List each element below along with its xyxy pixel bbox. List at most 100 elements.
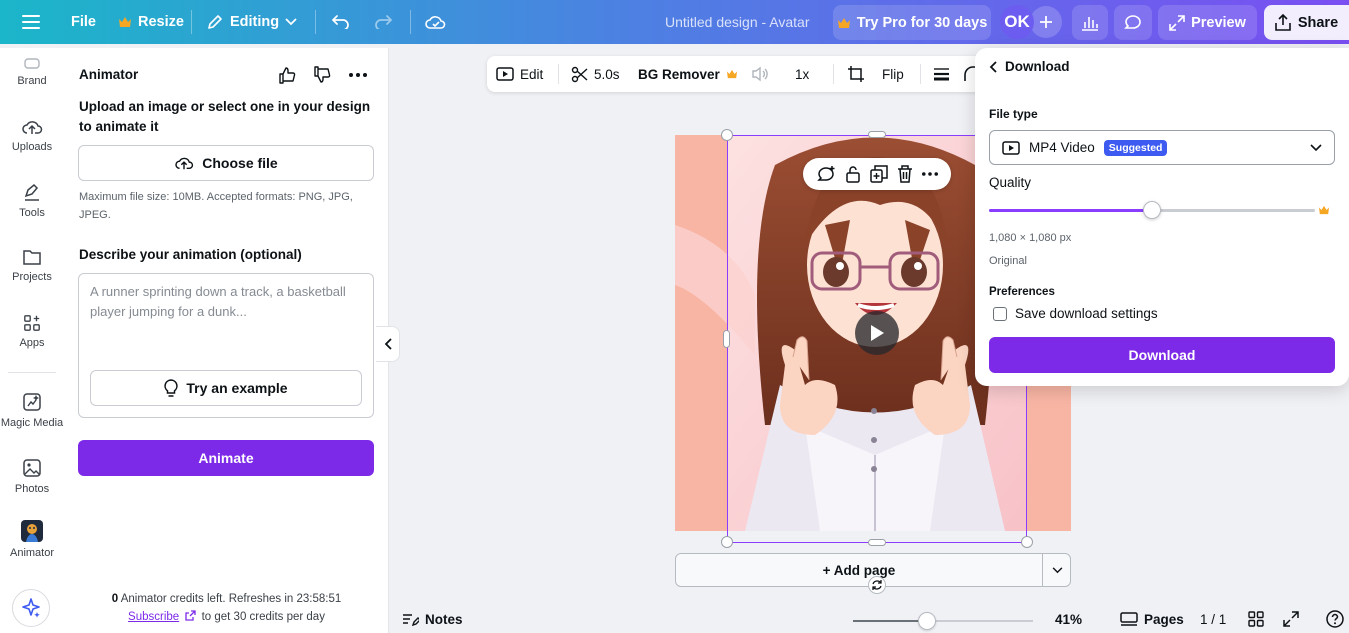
- sparkle-icon: [22, 598, 40, 618]
- scissors-icon: [571, 66, 588, 82]
- zoom-slider-knob[interactable]: [917, 612, 936, 630]
- save-settings-option[interactable]: Save download settings: [993, 306, 1158, 321]
- chevron-down-icon: [1052, 566, 1062, 573]
- rail-item-magic-media[interactable]: Magic Media: [0, 392, 64, 429]
- top-bar: File Resize Editing Untitled design - Av…: [0, 0, 1349, 44]
- divider: [558, 64, 559, 84]
- describe-box: Try an example: [78, 273, 374, 418]
- divider: [833, 64, 834, 84]
- divider: [315, 10, 316, 34]
- resize-handle-top[interactable]: [868, 131, 886, 138]
- file-type-label: File type: [989, 107, 1038, 121]
- file-type-select[interactable]: MP4 Video Suggested: [989, 130, 1335, 165]
- rail-item-tools[interactable]: Tools: [0, 182, 64, 219]
- unlock-icon: [846, 166, 860, 183]
- notes-button[interactable]: Notes: [402, 605, 463, 633]
- video-file-icon: [1002, 140, 1020, 155]
- resize-handle-bottom-right[interactable]: [1021, 536, 1033, 548]
- magic-assistant-button[interactable]: [12, 589, 50, 627]
- lock-button[interactable]: [845, 165, 861, 183]
- volume-tool[interactable]: [751, 56, 769, 92]
- rotate-handle[interactable]: [868, 576, 886, 594]
- line-style-tool[interactable]: [933, 56, 950, 92]
- resize-button[interactable]: Resize: [118, 0, 184, 44]
- subscribe-link[interactable]: Subscribe: [128, 611, 179, 623]
- add-page-options-button[interactable]: [1042, 554, 1071, 586]
- rail-item-animator[interactable]: Animator: [0, 520, 64, 559]
- zoom-slider[interactable]: [853, 612, 1033, 630]
- trim-tool[interactable]: 5.0s: [571, 56, 620, 92]
- menu-button[interactable]: [22, 0, 40, 44]
- download-back-button[interactable]: Download: [989, 59, 1070, 74]
- pages-button[interactable]: Pages: [1120, 605, 1184, 633]
- trash-icon: [898, 165, 913, 183]
- crown-icon: [837, 17, 850, 28]
- redo-button[interactable]: [374, 0, 392, 44]
- preferences-label: Preferences: [989, 286, 1055, 298]
- resize-handle-top-left[interactable]: [721, 129, 733, 141]
- file-menu[interactable]: File: [71, 0, 96, 44]
- undo-icon: [332, 15, 349, 29]
- undo-button[interactable]: [332, 0, 350, 44]
- choose-file-button[interactable]: Choose file: [78, 145, 374, 181]
- divider: [191, 10, 192, 34]
- credits-line: 0 Animator credits left. Refreshes in 23…: [64, 590, 389, 608]
- choose-file-label: Choose file: [202, 155, 278, 171]
- comment-add-button[interactable]: [816, 165, 836, 183]
- more-horizontal-icon: [349, 73, 367, 77]
- folder-icon: [23, 250, 41, 265]
- rail-label: Projects: [12, 271, 52, 283]
- upload-instructions: Upload an image or select one in your de…: [79, 99, 371, 134]
- resize-label: Resize: [138, 14, 184, 30]
- rail-item-brand[interactable]: Brand: [0, 58, 64, 87]
- try-pro-button[interactable]: Try Pro for 30 days: [833, 5, 991, 40]
- collapse-panel-button[interactable]: [376, 326, 400, 362]
- add-page-button[interactable]: + Add page: [676, 554, 1042, 586]
- quality-slider[interactable]: [989, 201, 1315, 219]
- describe-animation-input[interactable]: [90, 282, 366, 362]
- fullscreen-button[interactable]: [1283, 605, 1299, 633]
- comments-button[interactable]: [1114, 5, 1152, 40]
- flip-tool[interactable]: Flip: [882, 56, 904, 92]
- delete-button[interactable]: [897, 165, 913, 183]
- insights-button[interactable]: [1072, 5, 1108, 40]
- try-example-button[interactable]: Try an example: [90, 370, 362, 406]
- cloud-upload-icon: [175, 157, 194, 170]
- play-video-button[interactable]: [855, 311, 899, 355]
- resize-handle-left[interactable]: [723, 330, 730, 348]
- grid-view-button[interactable]: [1248, 605, 1264, 633]
- avatar[interactable]: OK: [1000, 5, 1034, 39]
- rail-item-projects[interactable]: Projects: [0, 248, 64, 283]
- rail-item-photos[interactable]: Photos: [0, 458, 64, 495]
- edit-tool[interactable]: Edit: [496, 56, 543, 92]
- save-settings-label: Save download settings: [1015, 306, 1158, 321]
- more-element-options-button[interactable]: [922, 172, 939, 176]
- chevron-left-icon: [989, 60, 997, 73]
- cloud-save-status[interactable]: [425, 0, 446, 44]
- share-button[interactable]: Share: [1264, 5, 1349, 40]
- design-title[interactable]: Untitled design - Avatar: [665, 0, 810, 44]
- add-collaborator-button[interactable]: [1030, 6, 1062, 38]
- rail-divider: [8, 372, 56, 373]
- editing-mode-button[interactable]: Editing: [206, 0, 297, 44]
- rail-item-apps[interactable]: Apps: [0, 314, 64, 349]
- animate-button[interactable]: Animate: [78, 440, 374, 476]
- rail-item-uploads[interactable]: Uploads: [0, 118, 64, 153]
- duplicate-button[interactable]: [870, 165, 888, 183]
- line-weight-icon: [934, 68, 949, 81]
- download-button[interactable]: Download: [989, 337, 1335, 373]
- save-settings-checkbox[interactable]: [993, 306, 1007, 321]
- preview-button[interactable]: Preview: [1158, 5, 1257, 40]
- thumbs-up-button[interactable]: [276, 64, 298, 86]
- quality-slider-knob[interactable]: [1143, 201, 1161, 219]
- speed-tool[interactable]: 1x: [795, 56, 809, 92]
- bg-remover-tool[interactable]: BG Remover: [638, 56, 738, 92]
- resize-handle-bottom[interactable]: [868, 539, 886, 546]
- resize-handle-bottom-left[interactable]: [721, 536, 733, 548]
- expand-icon: [1169, 14, 1185, 31]
- help-button[interactable]: [1326, 605, 1344, 633]
- crop-tool[interactable]: [847, 56, 865, 92]
- more-options-button[interactable]: [347, 64, 369, 86]
- zoom-level[interactable]: 41%: [1055, 605, 1082, 633]
- thumbs-down-button[interactable]: [311, 64, 333, 86]
